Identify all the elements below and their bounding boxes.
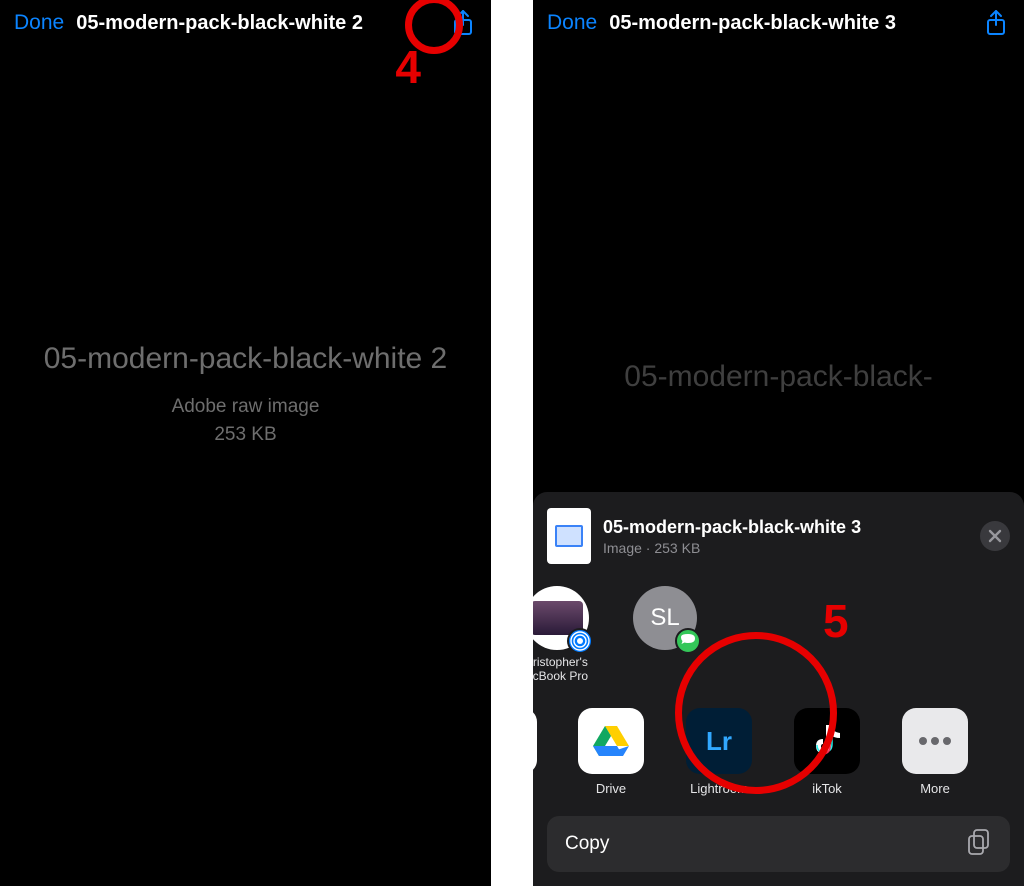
file-title: 05-modern-pack-black-white 2 bbox=[76, 12, 437, 35]
app-label: ikTok bbox=[783, 781, 871, 796]
app-label: More bbox=[891, 781, 979, 796]
share-app-partial[interactable] bbox=[533, 708, 547, 796]
tiktok-icon bbox=[794, 708, 860, 774]
airdrop-contact-sl[interactable]: SL bbox=[623, 586, 707, 684]
airdrop-contact-macbook[interactable]: hristopher'sacBook Pro bbox=[533, 586, 599, 684]
share-app-lightroom[interactable]: Lr Lightroom bbox=[675, 708, 763, 796]
share-icon[interactable] bbox=[982, 9, 1010, 37]
share-sheet-title: 05-modern-pack-black-white 3 bbox=[603, 517, 968, 538]
app-label: Drive bbox=[567, 781, 655, 796]
airdrop-contacts-row: hristopher'sacBook Pro SL bbox=[533, 586, 1010, 684]
share-apps-row: Drive Lr Lightroom ikTok More bbox=[533, 708, 1010, 796]
app-icon-partial bbox=[533, 708, 537, 774]
done-button[interactable]: Done bbox=[547, 11, 597, 35]
share-sheet-subtitle: Image · 253 KB bbox=[603, 540, 968, 556]
done-button[interactable]: Done bbox=[14, 11, 64, 35]
more-icon bbox=[902, 708, 968, 774]
annotation-number-5: 5 bbox=[823, 594, 849, 648]
phone-screenshot-2: Done 05-modern-pack-black-white 3 05-mod… bbox=[533, 0, 1024, 886]
annotation-number-4: 4 bbox=[395, 40, 421, 94]
action-label: Copy bbox=[565, 833, 609, 855]
close-button[interactable] bbox=[980, 521, 1010, 551]
file-title: 05-modern-pack-black-white 3 bbox=[609, 12, 970, 35]
phone-screenshot-1: Done 05-modern-pack-black-white 2 05-mod… bbox=[0, 0, 491, 886]
share-sheet-header: 05-modern-pack-black-white 3 Image · 253… bbox=[547, 508, 1010, 564]
contact-initials: SL bbox=[650, 604, 679, 632]
file-preview-placeholder: 05-modern-pack-black- bbox=[533, 358, 1024, 396]
file-preview-placeholder: 05-modern-pack-black-white 2 Adobe raw i… bbox=[0, 340, 491, 446]
messages-badge-icon bbox=[675, 628, 701, 654]
file-type-label: Adobe raw image bbox=[30, 396, 461, 418]
share-sheet: 05-modern-pack-black-white 3 Image · 253… bbox=[533, 492, 1024, 886]
lightroom-icon: Lr bbox=[686, 708, 752, 774]
app-label: Lightroom bbox=[675, 781, 763, 796]
file-size-label: 253 KB bbox=[30, 424, 461, 446]
file-name-large: 05-modern-pack-black- bbox=[563, 358, 994, 396]
drive-icon bbox=[578, 708, 644, 774]
copy-icon bbox=[966, 828, 992, 861]
airdrop-badge-icon bbox=[567, 628, 593, 654]
top-toolbar: Done 05-modern-pack-black-white 3 bbox=[533, 0, 1024, 46]
share-app-more[interactable]: More bbox=[891, 708, 979, 796]
share-app-tiktok[interactable]: ikTok bbox=[783, 708, 871, 796]
file-name-large: 05-modern-pack-black-white 2 bbox=[30, 340, 461, 378]
share-sheet-thumbnail bbox=[547, 508, 591, 564]
airdrop-contact-label: hristopher'sacBook Pro bbox=[533, 656, 599, 684]
action-copy[interactable]: Copy bbox=[547, 816, 1010, 872]
share-icon[interactable] bbox=[449, 9, 477, 37]
share-app-drive[interactable]: Drive bbox=[567, 708, 655, 796]
